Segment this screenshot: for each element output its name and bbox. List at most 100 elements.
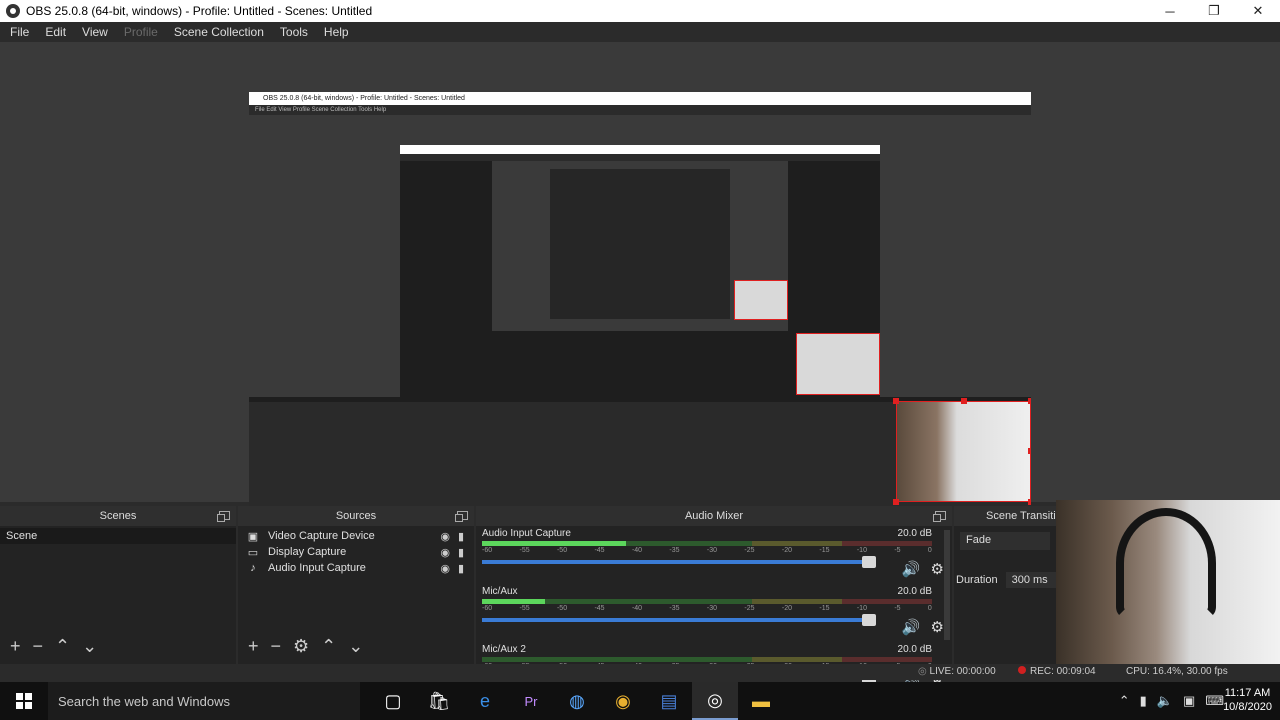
file-explorer-icon[interactable]: ▬ bbox=[738, 682, 784, 720]
keyboard-icon[interactable]: ⌨ bbox=[1205, 693, 1224, 709]
volume-slider[interactable] bbox=[482, 614, 876, 626]
eye-icon[interactable]: ◉ bbox=[440, 530, 450, 543]
audio-mixer-dock: Audio Mixer Audio Input Capture 20.0 dB -6… bbox=[476, 506, 952, 694]
gear-icon[interactable]: ⚙ bbox=[931, 618, 944, 636]
edge-icon[interactable]: e bbox=[462, 682, 508, 720]
list-item[interactable]: Scene bbox=[0, 528, 236, 544]
network-icon[interactable]: ▮ bbox=[1140, 693, 1147, 709]
transition-select[interactable]: Fade bbox=[960, 532, 1050, 550]
scenes-dock: Scenes Scene + − ⌃ ⌄ bbox=[0, 506, 236, 664]
taskbar-search[interactable]: Search the web and Windows bbox=[48, 682, 360, 720]
preview-canvas[interactable]: OBS 25.0.8 (64-bit, windows) - Profile: … bbox=[249, 92, 1031, 534]
taskbar-apps: ▢ 🛍 e Pr ◍ ◉ ▤ ◎ ▬ bbox=[370, 682, 784, 720]
undock-icon[interactable] bbox=[933, 511, 946, 522]
nested-webcam bbox=[796, 333, 880, 395]
broadcast-icon: ◎ bbox=[918, 666, 930, 677]
volume-knob[interactable] bbox=[862, 556, 876, 568]
move-down-icon[interactable]: ⌄ bbox=[82, 636, 97, 657]
notification-icon[interactable]: ▣ bbox=[1183, 693, 1195, 709]
volume-knob[interactable] bbox=[862, 614, 876, 626]
menu-view[interactable]: View bbox=[76, 25, 114, 39]
chevron-up-icon[interactable]: ⌃ bbox=[1119, 693, 1130, 709]
tick-label: -25 bbox=[744, 605, 755, 612]
menu-help[interactable]: Help bbox=[318, 25, 355, 39]
tick-label: 0 bbox=[927, 605, 932, 612]
lock-icon[interactable]: ▮ bbox=[458, 530, 464, 543]
tick-label: -45 bbox=[594, 547, 605, 554]
tick-label: -40 bbox=[631, 605, 643, 612]
menu-tools[interactable]: Tools bbox=[274, 25, 314, 39]
menu-edit[interactable]: Edit bbox=[39, 25, 72, 39]
title-bar: OBS 25.0.8 (64-bit, windows) - Profile: … bbox=[0, 0, 1280, 22]
menu-scene-collection[interactable]: Scene Collection bbox=[168, 25, 270, 39]
speaker-icon[interactable]: 🔊 bbox=[902, 618, 921, 636]
tick-label: -55 bbox=[519, 547, 530, 554]
volume-icon[interactable]: 🔈 bbox=[1157, 693, 1173, 709]
track-db: 20.0 dB bbox=[897, 586, 932, 597]
obs-icon[interactable]: ◎ bbox=[692, 682, 738, 720]
gear-icon[interactable]: ⚙ bbox=[293, 636, 309, 657]
monitor-icon: ▭ bbox=[247, 546, 259, 559]
move-down-icon[interactable]: ⌄ bbox=[348, 636, 363, 657]
remove-icon[interactable]: − bbox=[33, 636, 44, 657]
eye-icon[interactable]: ◉ bbox=[440, 546, 450, 559]
tick-label: -5 bbox=[894, 547, 901, 554]
minimize-button[interactable]: ─ bbox=[1148, 0, 1192, 22]
mixer-scrollbar[interactable] bbox=[944, 530, 950, 640]
mixer-title: Audio Mixer bbox=[684, 510, 744, 522]
level-meter bbox=[482, 599, 932, 604]
undock-icon[interactable] bbox=[455, 511, 468, 522]
windows-taskbar: Search the web and Windows ▢ 🛍 e Pr ◍ ◉ … bbox=[0, 682, 1280, 720]
list-item[interactable]: ♪ Audio Input Capture ◉ ▮ bbox=[238, 560, 474, 576]
move-up-icon[interactable]: ⌃ bbox=[55, 636, 70, 657]
tick-label: -30 bbox=[706, 547, 718, 554]
word-icon[interactable]: ▤ bbox=[646, 682, 692, 720]
tick-label: -10 bbox=[856, 547, 867, 554]
webex-icon[interactable]: ◍ bbox=[554, 682, 600, 720]
webcam-source-selected[interactable] bbox=[893, 398, 1031, 505]
eye-icon[interactable]: ◉ bbox=[440, 562, 450, 575]
start-button[interactable] bbox=[0, 682, 48, 720]
lock-icon[interactable]: ▮ bbox=[458, 546, 464, 559]
sources-toolbar: + − ⚙ ⌃ ⌄ bbox=[238, 634, 474, 658]
level-meter bbox=[482, 657, 932, 662]
add-icon[interactable]: + bbox=[248, 636, 259, 657]
chrome-icon[interactable]: ◉ bbox=[600, 682, 646, 720]
level-fill bbox=[482, 541, 626, 546]
scenes-header: Scenes bbox=[0, 506, 236, 526]
volume-slider[interactable] bbox=[482, 556, 876, 568]
microphone-icon: ♪ bbox=[250, 562, 256, 574]
level-meter bbox=[482, 541, 932, 546]
list-item[interactable]: ▭ Display Capture ◉ ▮ bbox=[238, 544, 474, 560]
store-icon[interactable]: 🛍 bbox=[416, 682, 462, 720]
sources-list: ▣ Video Capture Device ◉ ▮ ▭ Display Capt… bbox=[238, 526, 474, 578]
list-item[interactable]: ▣ Video Capture Device ◉ ▮ bbox=[238, 528, 474, 544]
lock-icon[interactable]: ▮ bbox=[458, 562, 464, 575]
remove-icon[interactable]: − bbox=[271, 636, 282, 657]
track-name: Mic/Aux bbox=[482, 586, 518, 597]
speaker-icon[interactable]: 🔊 bbox=[902, 560, 921, 578]
tick-label: -50 bbox=[556, 547, 568, 554]
sources-title: Sources bbox=[335, 510, 377, 522]
tick-label: -5 bbox=[894, 605, 901, 612]
track-controls: 🔊⚙ bbox=[902, 618, 944, 636]
premiere-icon[interactable]: Pr bbox=[508, 682, 554, 720]
move-up-icon[interactable]: ⌃ bbox=[321, 636, 336, 657]
menu-profile[interactable]: Profile bbox=[118, 25, 164, 39]
preview-area[interactable]: OBS 25.0.8 (64-bit, windows) - Profile: … bbox=[0, 42, 1280, 534]
task-view-icon[interactable]: ▢ bbox=[370, 682, 416, 720]
track-controls: 🔊⚙ bbox=[902, 560, 944, 578]
close-button[interactable]: ✕ bbox=[1236, 0, 1280, 22]
restore-button[interactable]: ❐ bbox=[1192, 0, 1236, 22]
recursive-capture bbox=[400, 145, 880, 417]
tick-label: -60 bbox=[482, 547, 493, 554]
gear-icon[interactable]: ⚙ bbox=[931, 560, 944, 578]
menu-file[interactable]: File bbox=[4, 25, 35, 39]
headset-icon bbox=[1116, 508, 1216, 618]
taskbar-clock[interactable]: 11:17 AM 10/8/2020 bbox=[1223, 686, 1272, 714]
nested-preview bbox=[249, 115, 1031, 417]
undock-icon[interactable] bbox=[217, 511, 230, 522]
tick-label: -60 bbox=[482, 605, 493, 612]
tick-label: -25 bbox=[744, 547, 755, 554]
add-icon[interactable]: + bbox=[10, 636, 21, 657]
